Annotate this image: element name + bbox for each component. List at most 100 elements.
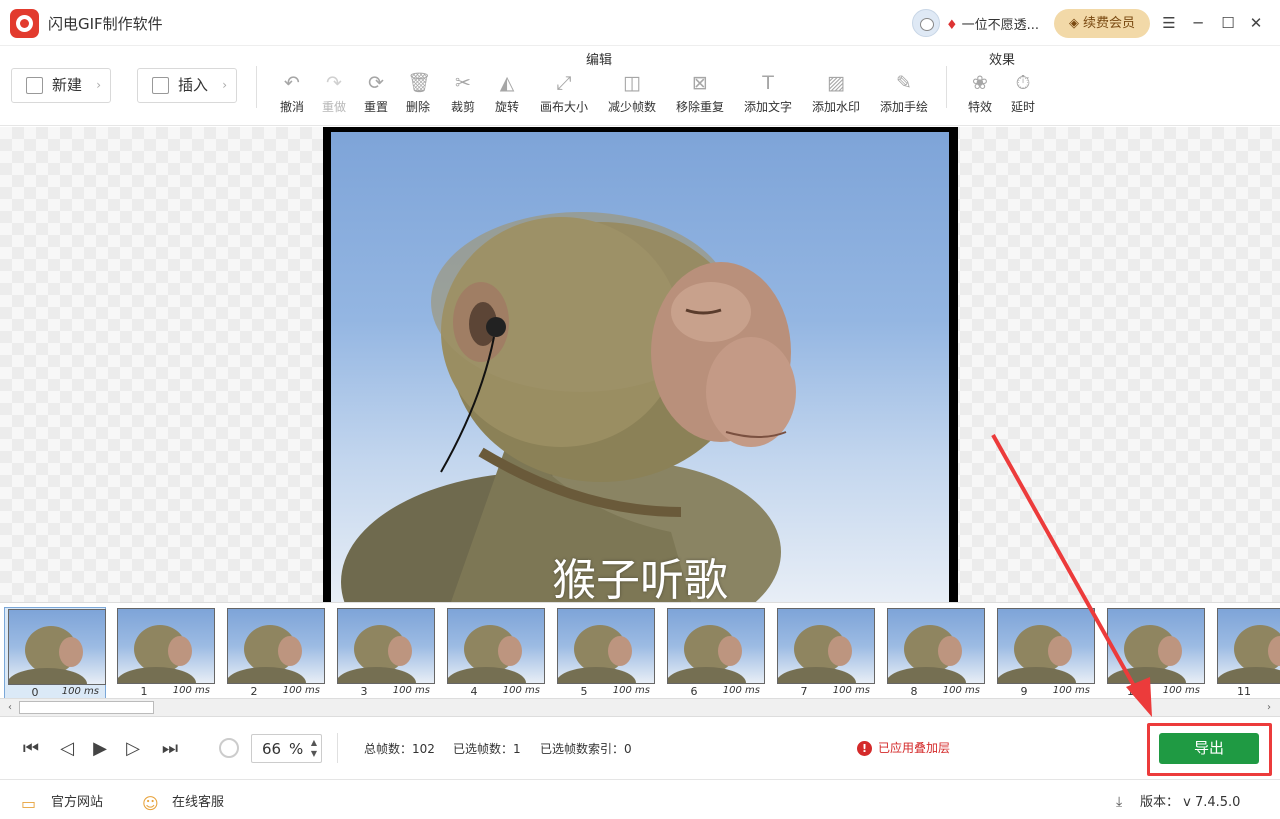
effects-group-label: 效果	[989, 53, 1016, 68]
download-icon: ⤓	[1116, 794, 1123, 810]
frame-image	[337, 608, 435, 684]
tool-label: 重置	[363, 100, 388, 114]
menu-icon[interactable]: ☰	[1158, 12, 1180, 34]
renew-label: 续费会员	[1082, 16, 1135, 31]
frame-thumbnail[interactable]: 6 100 ms	[664, 607, 766, 698]
toolbar-divider	[256, 66, 257, 108]
frame-image	[777, 608, 875, 684]
tool-label: 减少帧数	[607, 100, 656, 114]
zoom-icon	[219, 738, 239, 758]
online-support-link[interactable]: ☺ 在线客服	[142, 791, 224, 812]
frame-number: 1	[140, 685, 148, 698]
tool-delay[interactable]: ⏱ 延时	[1009, 72, 1037, 120]
monkey-illustration	[341, 212, 796, 602]
minimize-button[interactable]: ─	[1187, 12, 1209, 34]
frame-image	[447, 608, 545, 684]
renew-membership-button[interactable]: ◈ 续费会员	[1054, 9, 1150, 38]
tool-label: 撤消	[279, 100, 304, 114]
official-website-link[interactable]: ▭ 官方网站	[21, 791, 103, 812]
frame-image	[1217, 608, 1280, 684]
scroll-thumb[interactable]	[19, 701, 154, 714]
zoom-value: 66	[262, 740, 282, 758]
tool-undo[interactable]: ↶ 撤消	[278, 72, 306, 120]
overlay-warning: ! 已应用叠加层	[857, 739, 950, 756]
frame-number: 5	[580, 685, 588, 698]
tool-label: 添加文字	[743, 100, 792, 114]
tool-label: 删除	[405, 100, 430, 114]
frame-number: 0	[31, 686, 39, 698]
frame-number: 11	[1237, 685, 1251, 698]
tool-delete[interactable]: 🗑 删除	[404, 72, 432, 120]
add-drawing-icon: ✎	[896, 72, 912, 94]
tool-add-text[interactable]: T 添加文字	[740, 72, 796, 120]
tool-rotate[interactable]: ◭ 旋转	[493, 72, 521, 120]
tool-remove-duplicate[interactable]: ⊠ 移除重复	[672, 72, 728, 120]
remove-duplicate-icon: ⊠	[692, 72, 708, 94]
last-frame-icon[interactable]: ⏭	[158, 738, 182, 760]
frame-thumbnail[interactable]: 3 100 ms	[334, 607, 436, 698]
user-avatar[interactable]	[912, 9, 940, 37]
delay-icon: ⏱	[1015, 72, 1031, 94]
scroll-left-icon[interactable]: ‹	[2, 701, 18, 715]
new-file-icon	[26, 77, 43, 94]
canvas-size-icon: ⤢	[556, 72, 572, 94]
tool-label: 添加手绘	[879, 100, 928, 114]
scroll-right-icon[interactable]: ›	[1261, 701, 1277, 715]
frame-thumbnail[interactable]: 8 100 ms	[884, 607, 986, 698]
toolbar-divider	[946, 66, 947, 108]
frame-duration: 100 ms	[832, 685, 870, 696]
frame-duration: 100 ms	[722, 685, 760, 696]
tool-reset[interactable]: ⟳ 重置	[362, 72, 390, 120]
play-icon[interactable]: ▶	[88, 738, 112, 760]
tool-crop[interactable]: ✂ 裁剪	[449, 72, 477, 120]
tool-label: 裁剪	[450, 100, 475, 114]
tool-canvas-size[interactable]: ⤢ 画布大小	[536, 72, 592, 120]
diamond-icon: ◈	[1068, 16, 1079, 31]
support-agent-icon: ☺	[142, 794, 159, 813]
tool-reduce-frames[interactable]: ◫ 减少帧数	[604, 72, 660, 120]
frame-image	[887, 608, 985, 684]
tool-label: 画布大小	[539, 100, 588, 114]
control-bar: ⏮ ◁ ▶ ▷ ⏭ 66 % ▲ ▼ 总帧数：102 已选帧数：1 已选帧数索引：…	[0, 717, 1280, 779]
annotation-arrow	[991, 434, 1152, 717]
tool-redo[interactable]: ↷ 重做	[320, 72, 348, 120]
version-label: 版本： v 7.4.5.0	[1140, 795, 1241, 810]
frame-thumbnail[interactable]: 11	[1214, 607, 1280, 698]
first-frame-icon[interactable]: ⏮	[19, 738, 43, 760]
gif-preview[interactable]: 猴子听歌	[323, 127, 958, 602]
frame-number: 7	[800, 685, 808, 698]
chevron-right-icon: ›	[96, 78, 101, 92]
tool-add-drawing[interactable]: ✎ 添加手绘	[876, 72, 932, 120]
insert-button[interactable]: 插入 ›	[137, 68, 237, 103]
frame-duration: 100 ms	[612, 685, 650, 696]
frame-thumbnail[interactable]: 0 100 ms	[4, 607, 106, 698]
preview-caption: 猴子听歌	[552, 555, 728, 602]
tool-effects[interactable]: ❀ 特效	[966, 72, 994, 120]
frame-number: 3	[360, 685, 368, 698]
zoom-stepper-icon[interactable]: ▲ ▼	[311, 737, 317, 759]
frame-thumbnail[interactable]: 5 100 ms	[554, 607, 656, 698]
frame-duration: 100 ms	[172, 685, 210, 696]
user-name-area[interactable]: ♦ 一位不愿透...	[946, 14, 1039, 33]
frame-duration: 100 ms	[61, 686, 99, 697]
frame-duration: 100 ms	[502, 685, 540, 696]
frame-thumbnail[interactable]: 1 100 ms	[114, 607, 216, 698]
maximize-button[interactable]: ☐	[1217, 12, 1239, 34]
frame-thumbnail[interactable]: 4 100 ms	[444, 607, 546, 698]
vip-badge-icon: ♦	[946, 18, 958, 33]
frame-thumbnail[interactable]: 2 100 ms	[224, 607, 326, 698]
zoom-input[interactable]: 66 % ▲ ▼	[251, 734, 322, 763]
toolbar: 新建 › 插入 › 编辑 效果 ↶ 撤消 ↷ 重做 ⟳ 重置 🗑 删除 ✂ 裁剪 ◭ 旋转 ⤢ 画布大小 ◫…	[0, 46, 1280, 126]
tool-add-watermark[interactable]: ▨ 添加水印	[808, 72, 864, 120]
version-info[interactable]: ⤓ 版本： v 7.4.5.0	[1116, 791, 1240, 810]
frame-number: 8	[910, 685, 918, 698]
frame-duration: 100 ms	[942, 685, 980, 696]
warning-icon: !	[857, 741, 872, 756]
next-frame-icon[interactable]: ▷	[121, 738, 145, 760]
frame-thumbnail[interactable]: 7 100 ms	[774, 607, 876, 698]
prev-frame-icon[interactable]: ◁	[55, 738, 79, 760]
frame-image	[227, 608, 325, 684]
frame-number: 4	[470, 685, 478, 698]
new-button[interactable]: 新建 ›	[11, 68, 111, 103]
close-button[interactable]: ✕	[1245, 12, 1267, 34]
